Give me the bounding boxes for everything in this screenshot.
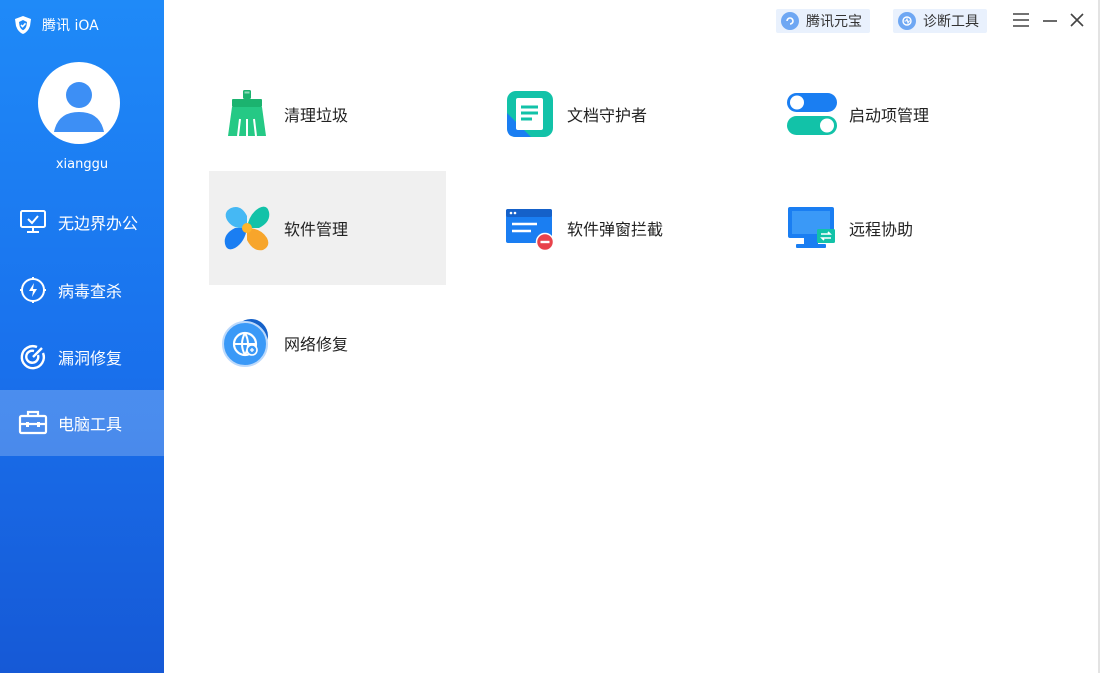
tencent-yuanbao-button[interactable]: 腾讯元宝 [776, 9, 870, 33]
popup-block-icon [504, 202, 556, 254]
close-icon[interactable] [1067, 10, 1087, 30]
clover-apps-icon [221, 202, 273, 254]
diagnose-tool-button[interactable]: 诊断工具 [893, 9, 987, 33]
tool-label: 网络修复 [284, 335, 349, 354]
tool-software-manager[interactable]: 软件管理 [209, 171, 446, 285]
tool-label: 远程协助 [849, 220, 914, 239]
diagnose-tool-label: 诊断工具 [923, 14, 979, 30]
brand-name: 腾讯 iOA [42, 18, 99, 34]
tool-label: 软件管理 [284, 220, 349, 239]
tencent-yuanbao-label: 腾讯元宝 [806, 14, 862, 30]
user-avatar-icon [40, 64, 118, 142]
sidebar-item-label: 电脑工具 [58, 415, 123, 434]
tool-label: 启动项管理 [849, 106, 930, 125]
sidebar-item-label: 病毒查杀 [58, 282, 123, 301]
sidebar-item-label: 无边界办公 [58, 214, 139, 233]
diagnose-icon [898, 12, 916, 30]
avatar[interactable] [38, 62, 120, 144]
brand: 腾讯 iOA [12, 14, 99, 36]
sidebar-item-virus-scan[interactable]: 病毒查杀 [0, 257, 164, 323]
tool-label: 清理垃圾 [284, 106, 349, 125]
ioa-shield-logo-icon [12, 14, 34, 36]
monitor-check-icon [18, 207, 48, 237]
tool-network-repair[interactable]: 网络修复 [209, 286, 446, 400]
minimize-icon[interactable] [1040, 10, 1060, 30]
target-icon [18, 342, 48, 372]
tool-popup-blocker[interactable]: 软件弹窗拦截 [492, 171, 729, 285]
sidebar: 腾讯 iOA xianggu 无边界办公 病毒查杀 漏洞修复 电脑工具 [0, 0, 164, 673]
sidebar-item-vulnerability-fix[interactable]: 漏洞修复 [0, 324, 164, 390]
tool-remote-assist[interactable]: 远程协助 [774, 171, 1011, 285]
sidebar-item-borderless-office[interactable]: 无边界办公 [0, 189, 164, 255]
tool-label: 软件弹窗拦截 [567, 220, 664, 239]
tool-clean-junk[interactable]: 清理垃圾 [209, 57, 446, 171]
toolbox-icon [18, 408, 48, 438]
tool-label: 文档守护者 [567, 106, 648, 125]
toggle-switch-icon [786, 88, 838, 140]
sidebar-item-label: 漏洞修复 [58, 349, 123, 368]
sidebar-item-computer-tools[interactable]: 电脑工具 [0, 390, 164, 456]
username: xianggu [55, 157, 109, 172]
tool-document-guard[interactable]: 文档守护者 [492, 57, 729, 171]
globe-repair-icon [221, 317, 273, 369]
broom-icon [221, 88, 273, 140]
tool-startup-manager[interactable]: 启动项管理 [774, 57, 1011, 171]
yuanbao-icon [781, 12, 799, 30]
lightning-shield-icon [18, 275, 48, 305]
hamburger-menu-icon[interactable] [1011, 10, 1031, 30]
remote-monitor-icon [786, 202, 838, 254]
document-guard-icon [504, 88, 556, 140]
